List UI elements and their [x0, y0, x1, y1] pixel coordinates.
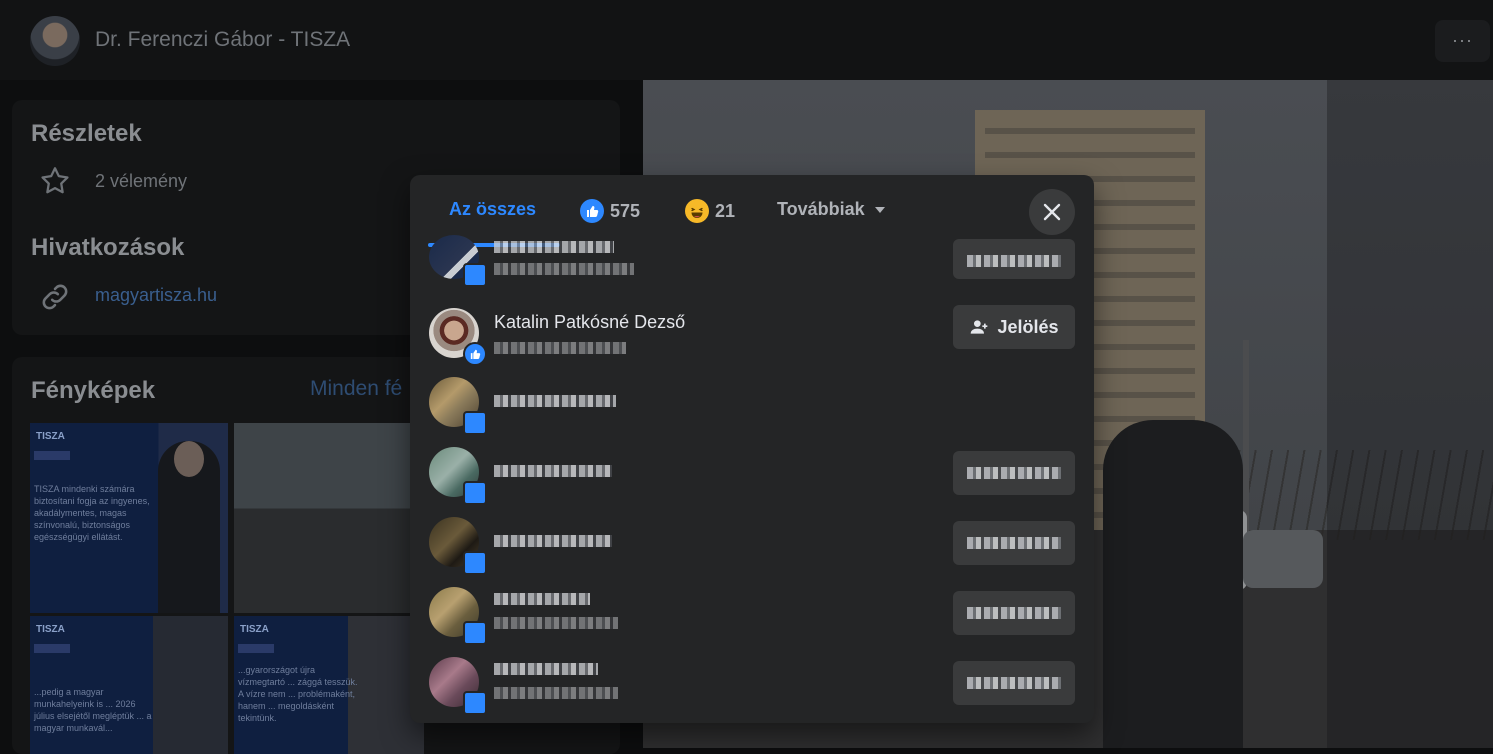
reviews-count[interactable]: 2 vélemény	[95, 171, 187, 192]
haha-icon	[685, 199, 709, 223]
redacted-label	[967, 607, 1061, 619]
redacted-name	[494, 663, 598, 675]
redacted-subtitle	[494, 263, 634, 275]
redacted-name	[494, 395, 616, 407]
like-badge-icon	[463, 621, 487, 645]
photo-thumbnail[interactable]: TISZA ...pedig a magyar munkahelyeink is…	[30, 616, 228, 754]
thumbnail-text: ...gyarországot újra vízmegtartó ... zág…	[238, 665, 358, 723]
redacted-subtitle	[494, 617, 618, 629]
tag-label	[34, 451, 70, 460]
add-friend-button[interactable]	[953, 521, 1075, 565]
page-header: Dr. Ferenczi Gábor - TISZA ···	[0, 0, 1493, 80]
close-button[interactable]	[1029, 189, 1075, 235]
brand-label: TISZA	[240, 624, 269, 635]
website-link[interactable]: magyartisza.hu	[95, 285, 217, 306]
tag-label	[34, 644, 70, 653]
redacted-name	[494, 465, 612, 477]
tab-all-label: Az összes	[449, 199, 537, 219]
reaction-tabs: Az összes 575 21 Továbbiak	[410, 175, 1094, 247]
like-badge-icon	[463, 481, 487, 505]
photo-thumbnail[interactable]	[234, 423, 424, 613]
close-icon	[1043, 203, 1061, 221]
redacted-label	[967, 467, 1061, 479]
redacted-name	[494, 593, 590, 605]
photo-thumbnail[interactable]: TISZA ...gyarországot újra vízmegtartó .…	[234, 616, 424, 754]
haha-count: 21	[715, 200, 736, 221]
see-all-photos-link[interactable]: Minden fé	[310, 377, 402, 401]
like-count: 575	[610, 200, 641, 221]
page-title[interactable]: Dr. Ferenczi Gábor - TISZA	[95, 28, 350, 52]
person-figure	[158, 441, 220, 613]
star-icon	[41, 167, 69, 194]
list-item[interactable]	[410, 377, 1094, 447]
like-badge-icon	[463, 263, 487, 287]
like-badge-icon	[463, 691, 487, 715]
reactor-name[interactable]: Katalin Patkósné Dezső	[494, 312, 685, 333]
more-options-button[interactable]: ···	[1435, 20, 1490, 62]
redacted-label	[967, 537, 1061, 549]
reactors-list[interactable]: Katalin Patkósné Dezső Jelölés	[410, 235, 1094, 723]
list-item[interactable]	[410, 517, 1094, 587]
page-avatar[interactable]	[30, 16, 80, 66]
redacted-name	[494, 535, 612, 547]
tab-more-label: Továbbiak	[777, 199, 865, 219]
redacted-subtitle	[494, 342, 626, 354]
list-item[interactable]	[410, 235, 1094, 313]
thumbnail-text: ...pedig a magyar munkahelyeink is ... 2…	[34, 687, 152, 733]
list-item[interactable]: Katalin Patkósné Dezső Jelölés	[410, 305, 1094, 378]
redacted-subtitle	[494, 687, 618, 699]
redacted-name	[494, 241, 614, 253]
add-friend-button[interactable]	[953, 451, 1075, 495]
add-friend-button[interactable]	[953, 591, 1075, 635]
list-item[interactable]	[410, 447, 1094, 517]
tag-button[interactable]: Jelölés	[953, 305, 1075, 349]
tag-button-label: Jelölés	[997, 316, 1059, 337]
thumbnail-text: TISZA mindenki számára biztosítani fogja…	[34, 484, 150, 542]
links-heading: Hivatkozások	[31, 234, 185, 261]
add-friend-button[interactable]	[953, 239, 1075, 279]
photo-person	[1103, 420, 1243, 748]
tag-label	[238, 644, 274, 653]
list-item[interactable]	[410, 587, 1094, 657]
caret-down-icon	[874, 206, 885, 213]
photo-car	[1243, 530, 1323, 588]
like-badge-icon	[463, 411, 487, 435]
reactions-dialog: Az összes 575 21 Továbbiak Katalin Patkó…	[410, 175, 1094, 723]
like-icon	[580, 199, 604, 223]
add-friend-button[interactable]	[953, 661, 1075, 705]
tab-haha[interactable]: 21	[685, 199, 735, 223]
redacted-label	[967, 677, 1061, 689]
like-badge-icon	[463, 551, 487, 575]
redacted-label	[967, 255, 1061, 267]
add-person-icon	[971, 320, 988, 334]
link-icon	[42, 284, 68, 310]
like-badge-icon	[463, 342, 487, 366]
tab-like[interactable]: 575	[580, 199, 640, 223]
list-item[interactable]	[410, 657, 1094, 723]
tab-more[interactable]: Továbbiak	[777, 199, 885, 220]
tab-all[interactable]: Az összes	[449, 199, 536, 220]
photos-heading: Fényképek	[31, 377, 156, 404]
photo-pole	[1243, 340, 1249, 540]
details-heading: Részletek	[31, 120, 142, 147]
head-shape	[174, 441, 204, 477]
photo-edge-shade	[1327, 80, 1493, 748]
photo-thumbnail[interactable]: TISZA TISZA mindenki számára biztosítani…	[30, 423, 228, 613]
brand-label: TISZA	[36, 431, 65, 442]
brand-label: TISZA	[36, 624, 65, 635]
